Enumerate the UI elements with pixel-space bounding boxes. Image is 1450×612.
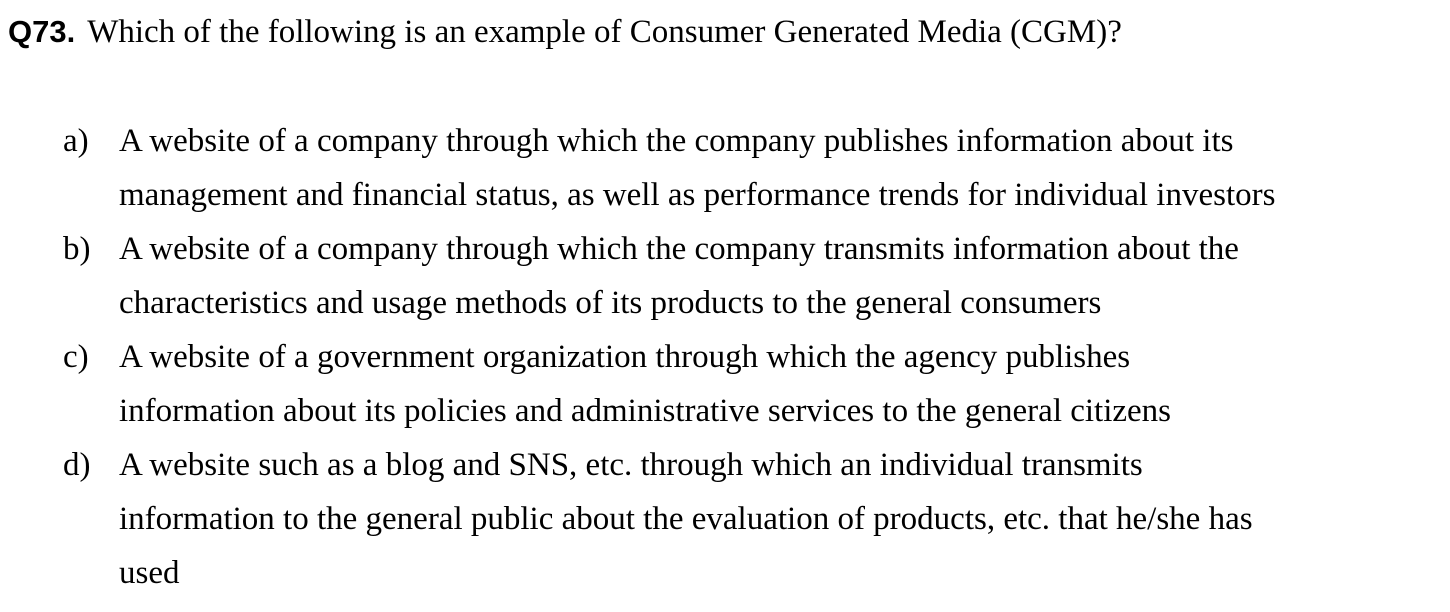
- question-header: Q73. Which of the following is an example…: [8, 10, 1438, 60]
- option-c[interactable]: c) A website of a government organizatio…: [0, 330, 1409, 438]
- option-letter: a): [63, 123, 89, 159]
- option-letter: b): [63, 231, 91, 267]
- option-text-line: A website of a government organization t…: [119, 339, 1131, 375]
- option-text-line: A website of a company through which the…: [119, 123, 1234, 159]
- option-b[interactable]: b) A website of a company through which …: [0, 222, 1409, 330]
- answer-options: a) A website of a company through which …: [0, 114, 1450, 600]
- option-letter: d): [63, 447, 91, 483]
- option-text-line: management and financial status, as well…: [119, 177, 1276, 213]
- option-letter: c): [63, 339, 89, 375]
- option-text-line: characteristics and usage methods of its…: [119, 285, 1102, 321]
- question-number: Q73.: [8, 14, 76, 49]
- option-text-line: information about its policies and admin…: [119, 393, 1172, 429]
- option-a[interactable]: a) A website of a company through which …: [0, 114, 1409, 222]
- option-text-line: information to the general public about …: [119, 501, 1253, 537]
- option-text-line: A website of a company through which the…: [119, 231, 1239, 267]
- option-d[interactable]: d) A website such as a blog and SNS, etc…: [0, 438, 1409, 600]
- option-text-line: A website such as a blog and SNS, etc. t…: [119, 447, 1143, 483]
- option-text-line: used: [119, 555, 180, 591]
- question-text: Which of the following is an example of …: [87, 14, 1122, 50]
